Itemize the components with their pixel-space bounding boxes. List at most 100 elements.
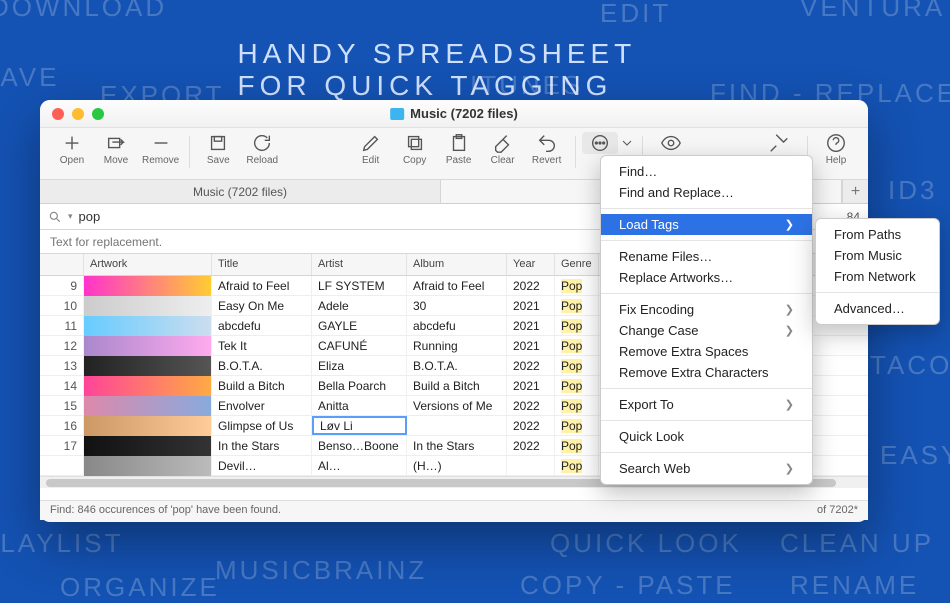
cell-artist[interactable]: CAFUNÉ [312, 336, 407, 355]
cell-album[interactable]: 30 [407, 296, 507, 315]
cell-genre[interactable]: Pop [555, 336, 599, 355]
col-artwork[interactable]: Artwork [84, 254, 212, 275]
col-genre[interactable]: Genre [555, 254, 599, 275]
artwork-thumb[interactable] [84, 396, 212, 416]
cell-year[interactable]: 2022 [507, 436, 555, 455]
cell-title[interactable]: Envolver [212, 396, 312, 415]
cell-year[interactable]: 2021 [507, 376, 555, 395]
preview-button[interactable] [649, 132, 693, 154]
settings-button[interactable] [757, 132, 801, 154]
menu-item[interactable]: Fix Encoding❯ [601, 299, 812, 320]
cell-album[interactable]: Running [407, 336, 507, 355]
col-year[interactable]: Year [507, 254, 555, 275]
cell-genre[interactable]: Pop [555, 356, 599, 375]
menu-item[interactable]: Remove Extra Spaces [601, 341, 812, 362]
cell-genre[interactable]: Pop [555, 296, 599, 315]
menu-item[interactable]: Change Case❯ [601, 320, 812, 341]
col-number[interactable] [40, 254, 84, 275]
clear-button[interactable]: Clear [481, 132, 525, 166]
menu-item[interactable]: Find and Replace… [601, 182, 812, 203]
menu-item[interactable]: Remove Extra Characters [601, 362, 812, 383]
cell-genre[interactable]: Pop [555, 276, 599, 295]
cell-album[interactable]: Build a Bitch [407, 376, 507, 395]
cell-album[interactable]: Versions of Me [407, 396, 507, 415]
cell-album[interactable] [407, 416, 507, 435]
cell-artist[interactable]: Benso…Boone [312, 436, 407, 455]
cell-year[interactable]: 2021 [507, 316, 555, 335]
artwork-thumb[interactable] [84, 316, 212, 336]
cell-artist[interactable]: LF SYSTEM [312, 276, 407, 295]
copy-button[interactable]: Copy [393, 132, 437, 166]
menu-item[interactable]: Export To❯ [601, 394, 812, 415]
edit-button[interactable]: Edit [349, 132, 393, 166]
col-album[interactable]: Album [407, 254, 507, 275]
more-button[interactable] [582, 132, 618, 154]
cell-genre[interactable]: Pop [555, 396, 599, 415]
cell-album[interactable]: Afraid to Feel [407, 276, 507, 295]
artwork-thumb[interactable] [84, 336, 212, 356]
artwork-thumb[interactable] [84, 436, 212, 456]
menu-item[interactable]: From Paths [816, 224, 939, 245]
artwork-thumb[interactable] [84, 356, 212, 376]
cell-artist[interactable]: Al… [312, 456, 407, 475]
save-button[interactable]: Save [196, 132, 240, 166]
cell-title[interactable]: Build a Bitch [212, 376, 312, 395]
cell-title[interactable]: Tek It [212, 336, 312, 355]
help-button[interactable]: Help [814, 132, 858, 166]
close-icon[interactable] [52, 108, 64, 120]
artwork-thumb[interactable] [84, 456, 212, 476]
cell-artist[interactable]: Løv Li [312, 416, 407, 435]
menu-item[interactable]: Find… [601, 161, 812, 182]
menu-item[interactable]: Advanced… [816, 298, 939, 319]
cell-year[interactable]: 2022 [507, 396, 555, 415]
cell-year[interactable]: 2022 [507, 416, 555, 435]
artwork-thumb[interactable] [84, 296, 212, 316]
artwork-thumb[interactable] [84, 376, 212, 396]
tab-music[interactable]: Music (7202 files) [40, 180, 441, 203]
menu-item[interactable]: Replace Artworks… [601, 267, 812, 288]
cell-genre[interactable]: Pop [555, 376, 599, 395]
cell-album[interactable]: abcdefu [407, 316, 507, 335]
artwork-thumb[interactable] [84, 416, 212, 436]
cell-artist[interactable]: Adele [312, 296, 407, 315]
cell-title[interactable]: Easy On Me [212, 296, 312, 315]
chevron-down-icon[interactable]: ▾ [68, 211, 73, 222]
menu-item[interactable]: From Music [816, 245, 939, 266]
cell-artist[interactable]: Anitta [312, 396, 407, 415]
cell-genre[interactable]: Pop [555, 456, 599, 475]
cell-artist[interactable]: GAYLE [312, 316, 407, 335]
cell-genre[interactable]: Pop [555, 316, 599, 335]
cell-album[interactable]: (H…) [407, 456, 507, 475]
cell-title[interactable]: Glimpse of Us [212, 416, 312, 435]
cell-album[interactable]: In the Stars [407, 436, 507, 455]
open-button[interactable]: Open [50, 132, 94, 166]
col-artist[interactable]: Artist [312, 254, 407, 275]
cell-year[interactable]: 2021 [507, 296, 555, 315]
menu-item[interactable]: From Network [816, 266, 939, 287]
menu-item[interactable]: Quick Look [601, 426, 812, 447]
paste-button[interactable]: Paste [437, 132, 481, 166]
artwork-thumb[interactable] [84, 276, 212, 296]
cell-title[interactable]: Devil… [212, 456, 312, 475]
add-tab-button[interactable]: + [842, 180, 868, 203]
col-title[interactable]: Title [212, 254, 312, 275]
cell-year[interactable]: 2022 [507, 356, 555, 375]
remove-button[interactable]: Remove [138, 132, 183, 166]
cell-title[interactable]: B.O.T.A. [212, 356, 312, 375]
cell-title[interactable]: In the Stars [212, 436, 312, 455]
menu-item[interactable]: Rename Files… [601, 246, 812, 267]
cell-year[interactable] [507, 456, 555, 475]
move-button[interactable]: Move [94, 132, 138, 166]
cell-genre[interactable]: Pop [555, 416, 599, 435]
zoom-icon[interactable] [92, 108, 104, 120]
cell-year[interactable]: 2022 [507, 276, 555, 295]
menu-item[interactable]: Load Tags❯ [601, 214, 812, 235]
cell-genre[interactable]: Pop [555, 436, 599, 455]
reload-button[interactable]: Reload [240, 132, 284, 166]
cell-title[interactable]: abcdefu [212, 316, 312, 335]
cell-artist[interactable]: Eliza [312, 356, 407, 375]
menu-item[interactable]: Search Web❯ [601, 458, 812, 479]
cell-artist[interactable]: Bella Poarch [312, 376, 407, 395]
revert-button[interactable]: Revert [525, 132, 569, 166]
cell-album[interactable]: B.O.T.A. [407, 356, 507, 375]
